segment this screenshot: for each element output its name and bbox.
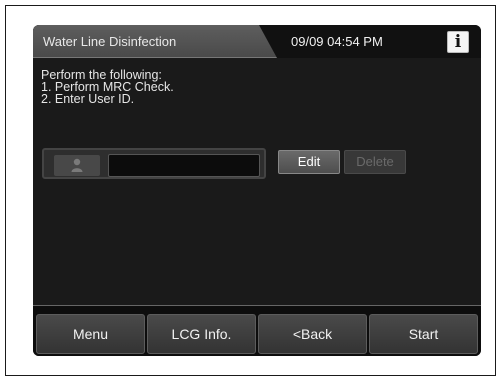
menu-button[interactable]: Menu xyxy=(36,314,145,354)
delete-button[interactable]: Delete xyxy=(344,150,406,174)
user-id-field[interactable] xyxy=(108,154,260,177)
datetime-display: 09/09 04:54 PM xyxy=(291,34,383,49)
device-screen: Water Line Disinfection 09/09 04:54 PM i… xyxy=(33,25,481,356)
instructions: Perform the following: 1. Perform MRC Ch… xyxy=(41,69,174,106)
header-bar: Water Line Disinfection 09/09 04:54 PM i xyxy=(33,25,481,58)
screen-title: Water Line Disinfection xyxy=(43,34,177,49)
footer-bar: Menu LCG Info. <Back Start xyxy=(33,307,481,356)
user-id-box xyxy=(42,148,266,179)
user-icon xyxy=(54,155,100,176)
start-button[interactable]: Start xyxy=(369,314,478,354)
edit-button[interactable]: Edit xyxy=(278,150,340,174)
info-icon: i xyxy=(454,32,462,52)
back-button[interactable]: <Back xyxy=(258,314,367,354)
info-button[interactable]: i xyxy=(447,31,469,53)
instruction-step: 2. Enter User ID. xyxy=(41,92,135,106)
content-area: Perform the following: 1. Perform MRC Ch… xyxy=(33,58,481,306)
lcg-info-button[interactable]: LCG Info. xyxy=(147,314,256,354)
